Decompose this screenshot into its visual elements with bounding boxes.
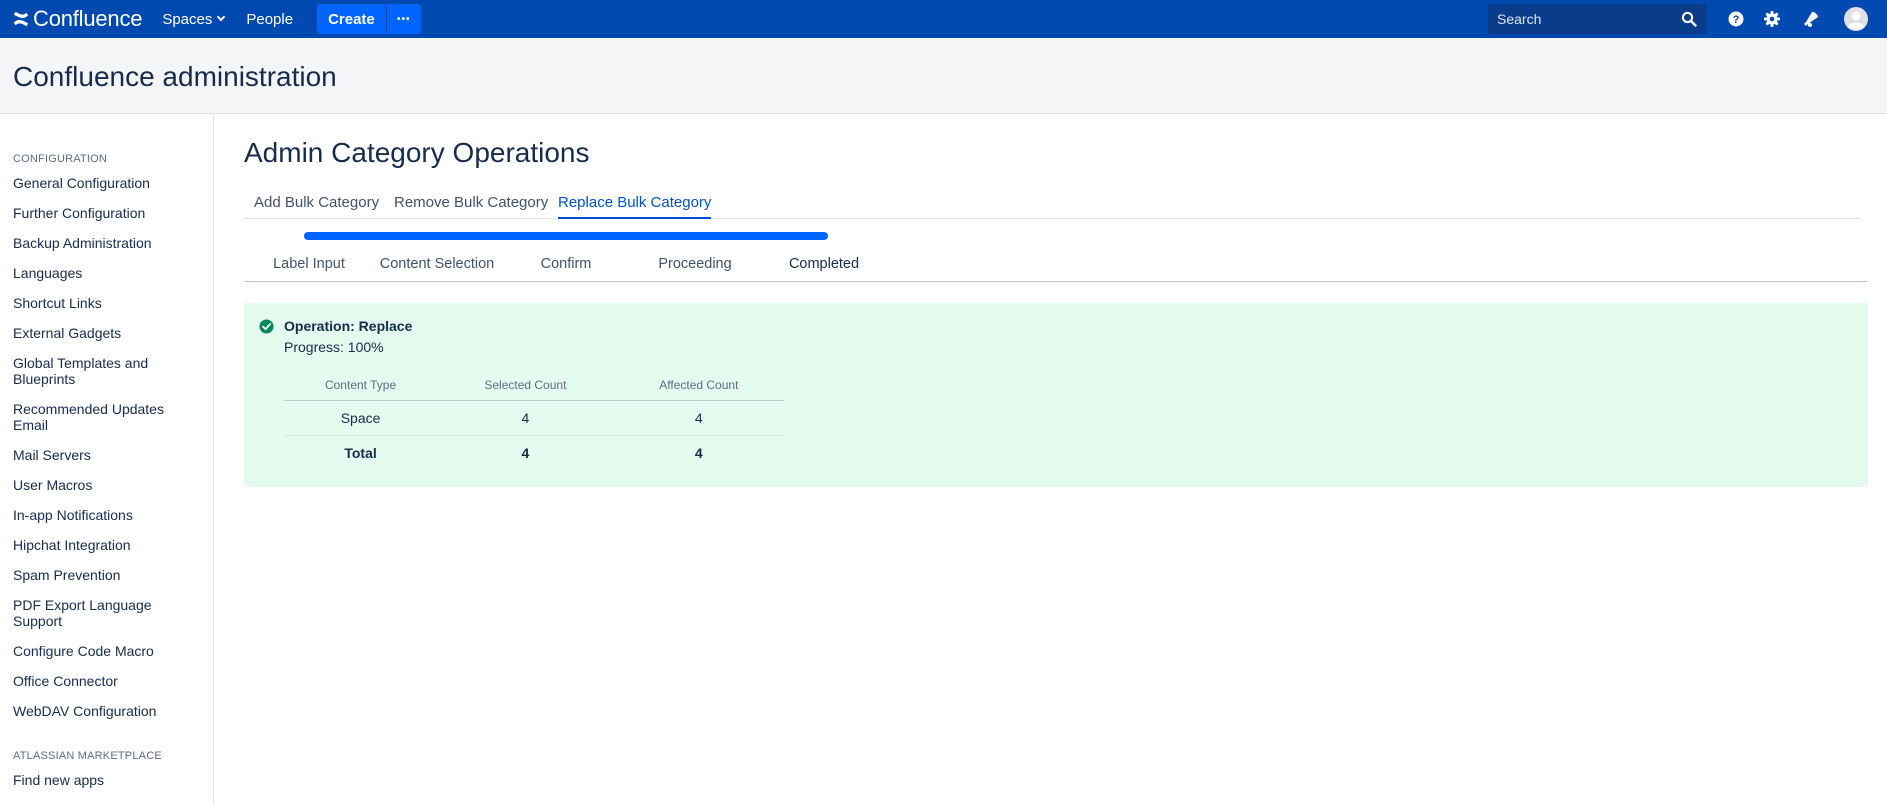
app-title: Confluence bbox=[33, 6, 143, 31]
search-box[interactable] bbox=[1488, 4, 1707, 34]
confluence-logo[interactable]: Confluence bbox=[12, 6, 143, 32]
step-label-input: Label Input bbox=[273, 256, 345, 272]
spaces-label: Spaces bbox=[162, 10, 213, 28]
table-header-row: Content Type Selected Count Affected Cou… bbox=[284, 370, 784, 401]
more-icon: ••• bbox=[397, 13, 411, 25]
sidebar-item-user-macros[interactable]: User Macros bbox=[13, 477, 203, 493]
sidebar-item-global-templates[interactable]: Global Templates and Blueprints bbox=[13, 355, 163, 387]
wizard-progress-bar bbox=[304, 232, 828, 240]
progress-text: Progress: 100% bbox=[284, 339, 384, 355]
sidebar-item-backup-administration[interactable]: Backup Administration bbox=[13, 235, 203, 251]
step-content-selection: Content Selection bbox=[379, 256, 495, 272]
sidebar-item-spam-prevention[interactable]: Spam Prevention bbox=[13, 567, 203, 583]
sidebar-item-office-connector[interactable]: Office Connector bbox=[13, 673, 203, 689]
avatar[interactable] bbox=[1843, 6, 1869, 32]
help-icon[interactable]: ? bbox=[1726, 9, 1746, 29]
settings-icon[interactable] bbox=[1762, 9, 1782, 29]
table-cell: 4 bbox=[521, 444, 530, 461]
table-cell: Total bbox=[344, 444, 377, 461]
sidebar-item-recommended-updates-email[interactable]: Recommended Updates Email bbox=[13, 401, 173, 433]
column-header: Selected Count bbox=[437, 370, 614, 401]
more-create-options-button[interactable]: ••• bbox=[386, 4, 421, 34]
table-cell: 4 bbox=[694, 444, 703, 461]
main-title: Admin Category Operations bbox=[244, 137, 590, 168]
table-total-row: Total 4 4 bbox=[284, 435, 784, 470]
check-circle-icon bbox=[259, 319, 274, 334]
svg-text:?: ? bbox=[1733, 14, 1740, 26]
people-link[interactable]: People bbox=[246, 11, 293, 28]
sidebar-item-mail-servers[interactable]: Mail Servers bbox=[13, 447, 203, 463]
wizard-steps: Label Input Content Selection Confirm Pr… bbox=[244, 255, 1868, 282]
spaces-menu[interactable]: Spaces bbox=[162, 10, 226, 28]
table-cell: 4 bbox=[437, 400, 614, 436]
admin-sidebar: CONFIGURATION General Configuration Furt… bbox=[0, 114, 214, 804]
sidebar-item-shortcut-links[interactable]: Shortcut Links bbox=[13, 295, 203, 311]
tab-add-bulk-category[interactable]: Add Bulk Category bbox=[254, 194, 379, 219]
sidebar-item-general-configuration[interactable]: General Configuration bbox=[13, 175, 203, 191]
top-navigation-bar: Confluence Spaces People Create ••• ? bbox=[0, 0, 1887, 38]
operation-result-panel: Operation: Replace Progress: 100% Conten… bbox=[244, 303, 1868, 487]
tab-replace-bulk-category[interactable]: Replace Bulk Category bbox=[558, 194, 712, 219]
search-input[interactable] bbox=[1488, 11, 1668, 27]
page-header: Confluence administration bbox=[0, 38, 1887, 114]
operation-tabs: Add Bulk Category Remove Bulk Category R… bbox=[244, 194, 1860, 219]
table-row: Space 4 4 bbox=[284, 400, 784, 436]
step-proceeding: Proceeding bbox=[658, 256, 732, 272]
sidebar-item-webdav-configuration[interactable]: WebDAV Configuration bbox=[13, 703, 203, 719]
column-header: Content Type bbox=[284, 370, 438, 401]
table-cell: 4 bbox=[613, 400, 784, 436]
sidebar-item-configure-code-macro[interactable]: Configure Code Macro bbox=[13, 643, 203, 659]
chevron-down-icon bbox=[217, 12, 226, 22]
create-button[interactable]: Create bbox=[317, 4, 386, 34]
sidebar-item-external-gadgets[interactable]: External Gadgets bbox=[13, 325, 203, 341]
sidebar-section-atlassian-marketplace: ATLASSIAN MARKETPLACE bbox=[13, 750, 162, 762]
sidebar-item-find-new-apps[interactable]: Find new apps bbox=[13, 772, 203, 788]
table-cell: Space bbox=[284, 400, 438, 436]
step-confirm: Confirm bbox=[540, 256, 592, 272]
sidebar-item-pdf-export-language-support[interactable]: PDF Export Language Support bbox=[13, 597, 163, 629]
tab-remove-bulk-category[interactable]: Remove Bulk Category bbox=[394, 194, 548, 219]
column-header: Affected Count bbox=[613, 370, 784, 401]
sidebar-section-configuration: CONFIGURATION bbox=[13, 153, 108, 165]
step-completed: Completed bbox=[788, 256, 860, 272]
sidebar-item-languages[interactable]: Languages bbox=[13, 265, 203, 281]
sidebar-item-in-app-notifications[interactable]: In-app Notifications bbox=[13, 507, 203, 523]
result-table: Content Type Selected Count Affected Cou… bbox=[284, 370, 784, 470]
sidebar-item-further-configuration[interactable]: Further Configuration bbox=[13, 205, 203, 221]
confluence-logo-icon bbox=[13, 11, 29, 27]
notifications-icon[interactable] bbox=[1801, 9, 1821, 29]
operation-title: Operation: Replace bbox=[284, 318, 413, 334]
sidebar-item-hipchat-integration[interactable]: Hipchat Integration bbox=[13, 537, 203, 553]
search-icon[interactable] bbox=[1681, 11, 1697, 27]
page-title: Confluence administration bbox=[13, 61, 337, 92]
